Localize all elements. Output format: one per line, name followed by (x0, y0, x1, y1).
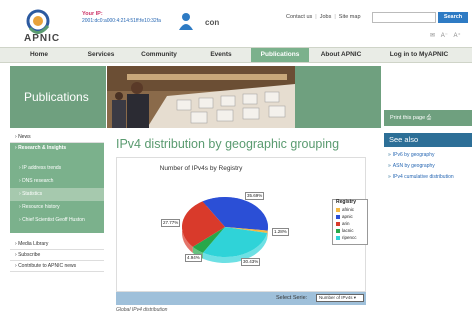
sidebar-label: Statistics (22, 191, 43, 197)
banner-title: Publications (24, 90, 89, 104)
nav-community[interactable]: Community (134, 48, 184, 62)
legend-swatch (336, 221, 340, 226)
see-also-list: » IPv6 by geography » ASN by geography » IP… (384, 150, 472, 183)
banner-right-panel (295, 66, 381, 128)
sidebar-label: Subscribe (18, 252, 41, 258)
top-links: Contact us | Jobs | Site map (286, 14, 361, 20)
text-larger-icon[interactable]: A⁺ (454, 33, 461, 39)
person-icon (179, 13, 193, 30)
print-label: Print this page (390, 115, 426, 121)
sidebar-label: Contribute to APNIC news (18, 263, 77, 269)
search-button[interactable]: Search (438, 12, 468, 23)
sidebar-gap (10, 154, 104, 162)
sidebar-item-media[interactable]: › Media Library (10, 239, 104, 250)
legend-item-afrinic: afrinic (336, 207, 354, 213)
text-smaller-icon[interactable]: A⁻ (441, 33, 448, 39)
see-also-label: ASN by geography (392, 163, 435, 169)
nav-login[interactable]: Log in to MyAPNIC (380, 48, 458, 62)
sidebar-sub-chief-scientist[interactable]: › Chief Scientist Geoff Huston (10, 214, 104, 227)
page-title: IPv4 distribution by geographic grouping (116, 137, 340, 151)
sidebar-label: Chief Scientist Geoff Huston (22, 217, 85, 223)
print-page-button[interactable]: Print this page ⎙ (384, 110, 472, 126)
sidebar-item-contribute[interactable]: › Contribute to APNIC news (10, 261, 104, 272)
top-bar: APNIC Your IP: 2001:dc0:a000:4:214:51ff:… (0, 0, 472, 46)
sitemap-link[interactable]: Site map (339, 14, 361, 20)
banner-photo (107, 66, 295, 128)
legend-label: lacnic (342, 228, 354, 233)
jobs-link[interactable]: Jobs (320, 14, 332, 20)
legend-title: Registry (336, 199, 357, 205)
main-nav: Home Services Community Events Publicati… (0, 47, 472, 63)
sidebar-label: DNS research (22, 178, 54, 184)
sidebar-label: Media Library (18, 241, 49, 247)
sidebar-label: News (18, 134, 31, 140)
ip-label: Your IP: (82, 11, 103, 17)
legend-item-arin: arin (336, 221, 350, 227)
see-also-ipv4-cumulative-link[interactable]: » IPv4 cumulative distribution (384, 172, 472, 183)
sidebar-item-subscribe[interactable]: › Subscribe (10, 250, 104, 261)
see-also-heading: See also (384, 133, 472, 147)
legend-item-apnic: apnic (336, 214, 353, 220)
see-also-ipv6-link[interactable]: » IPv6 by geography (384, 150, 472, 161)
pie-label-arin: 27.77% (161, 219, 181, 227)
pie-label-lacnic: 4.94% (185, 254, 202, 262)
pie-label-ripencc: 30.43% (241, 258, 261, 266)
chart-title: Number of IPv4s by Registry (159, 165, 243, 172)
legend-swatch (336, 228, 340, 233)
sidebar-sub-dns[interactable]: › DNS research (10, 175, 104, 188)
chart-caption: Global IPv4 distribution (116, 307, 168, 313)
legend-label: ripencc (342, 235, 357, 240)
search-input[interactable] (372, 12, 436, 23)
sidebar-sub-ip-trends[interactable]: › IP address trends (10, 162, 104, 175)
sidebar-sub-statistics[interactable]: › Statistics (10, 188, 104, 201)
email-icon[interactable]: ✉ (430, 33, 435, 39)
logo-text: APNIC (24, 33, 61, 44)
see-also-asn-link[interactable]: » ASN by geography (384, 161, 472, 172)
sidebar-label: IP address trends (22, 165, 62, 171)
nav-services[interactable]: Services (76, 48, 126, 62)
legend-swatch (336, 235, 340, 240)
sidebar-item-news[interactable]: › News (10, 132, 104, 143)
see-also-label: IPv4 cumulative distribution (392, 174, 454, 180)
nav-publications[interactable]: Publications (251, 48, 309, 62)
legend-label: afrinic (342, 207, 355, 212)
ip-value: 2001:dc0:a000:4:214:51ff:fe10:32fa (82, 18, 161, 24)
pie-label-apnic: 35.69% (245, 192, 265, 200)
nav-about[interactable]: About APNIC (313, 48, 369, 62)
serie-select-value: Number of IPv4s (319, 295, 353, 300)
sidebar-item-research[interactable]: › Research & Insights (10, 143, 104, 154)
left-sidebar: › News › Research & Insights › IP addres… (10, 132, 104, 272)
legend-item-ripencc: ripencc (336, 235, 357, 241)
sidebar-label: Resource history (22, 204, 60, 210)
legend-label: apnic (342, 214, 353, 219)
legend-swatch (336, 207, 340, 212)
connect-text: con (205, 18, 220, 27)
contact-link[interactable]: Contact us (286, 14, 312, 20)
legend-item-lacnic: lacnic (336, 228, 354, 234)
sidebar-label: Research & Insights (18, 145, 67, 151)
see-also-label: IPv6 by geography (392, 152, 435, 158)
legend-swatch (336, 214, 340, 219)
nav-events[interactable]: Events (196, 48, 246, 62)
serie-select[interactable]: Number of IPv4s ▾ (316, 294, 364, 302)
serie-label: Select Serie: (276, 295, 308, 301)
pie-label-afrinic: 1.28% (272, 228, 289, 236)
legend-label: arin (342, 221, 350, 226)
bullet-icon: » (388, 163, 391, 169)
bullet-icon: » (388, 152, 391, 158)
page-tools: ✉ A⁻ A⁺ (426, 32, 461, 39)
bullet-icon: » (388, 174, 391, 180)
chevron-down-icon: ▾ (353, 295, 357, 300)
nav-home[interactable]: Home (12, 48, 66, 62)
sidebar-sub-resource-history[interactable]: › Resource history (10, 201, 104, 214)
printer-icon: ⎙ (426, 115, 432, 121)
